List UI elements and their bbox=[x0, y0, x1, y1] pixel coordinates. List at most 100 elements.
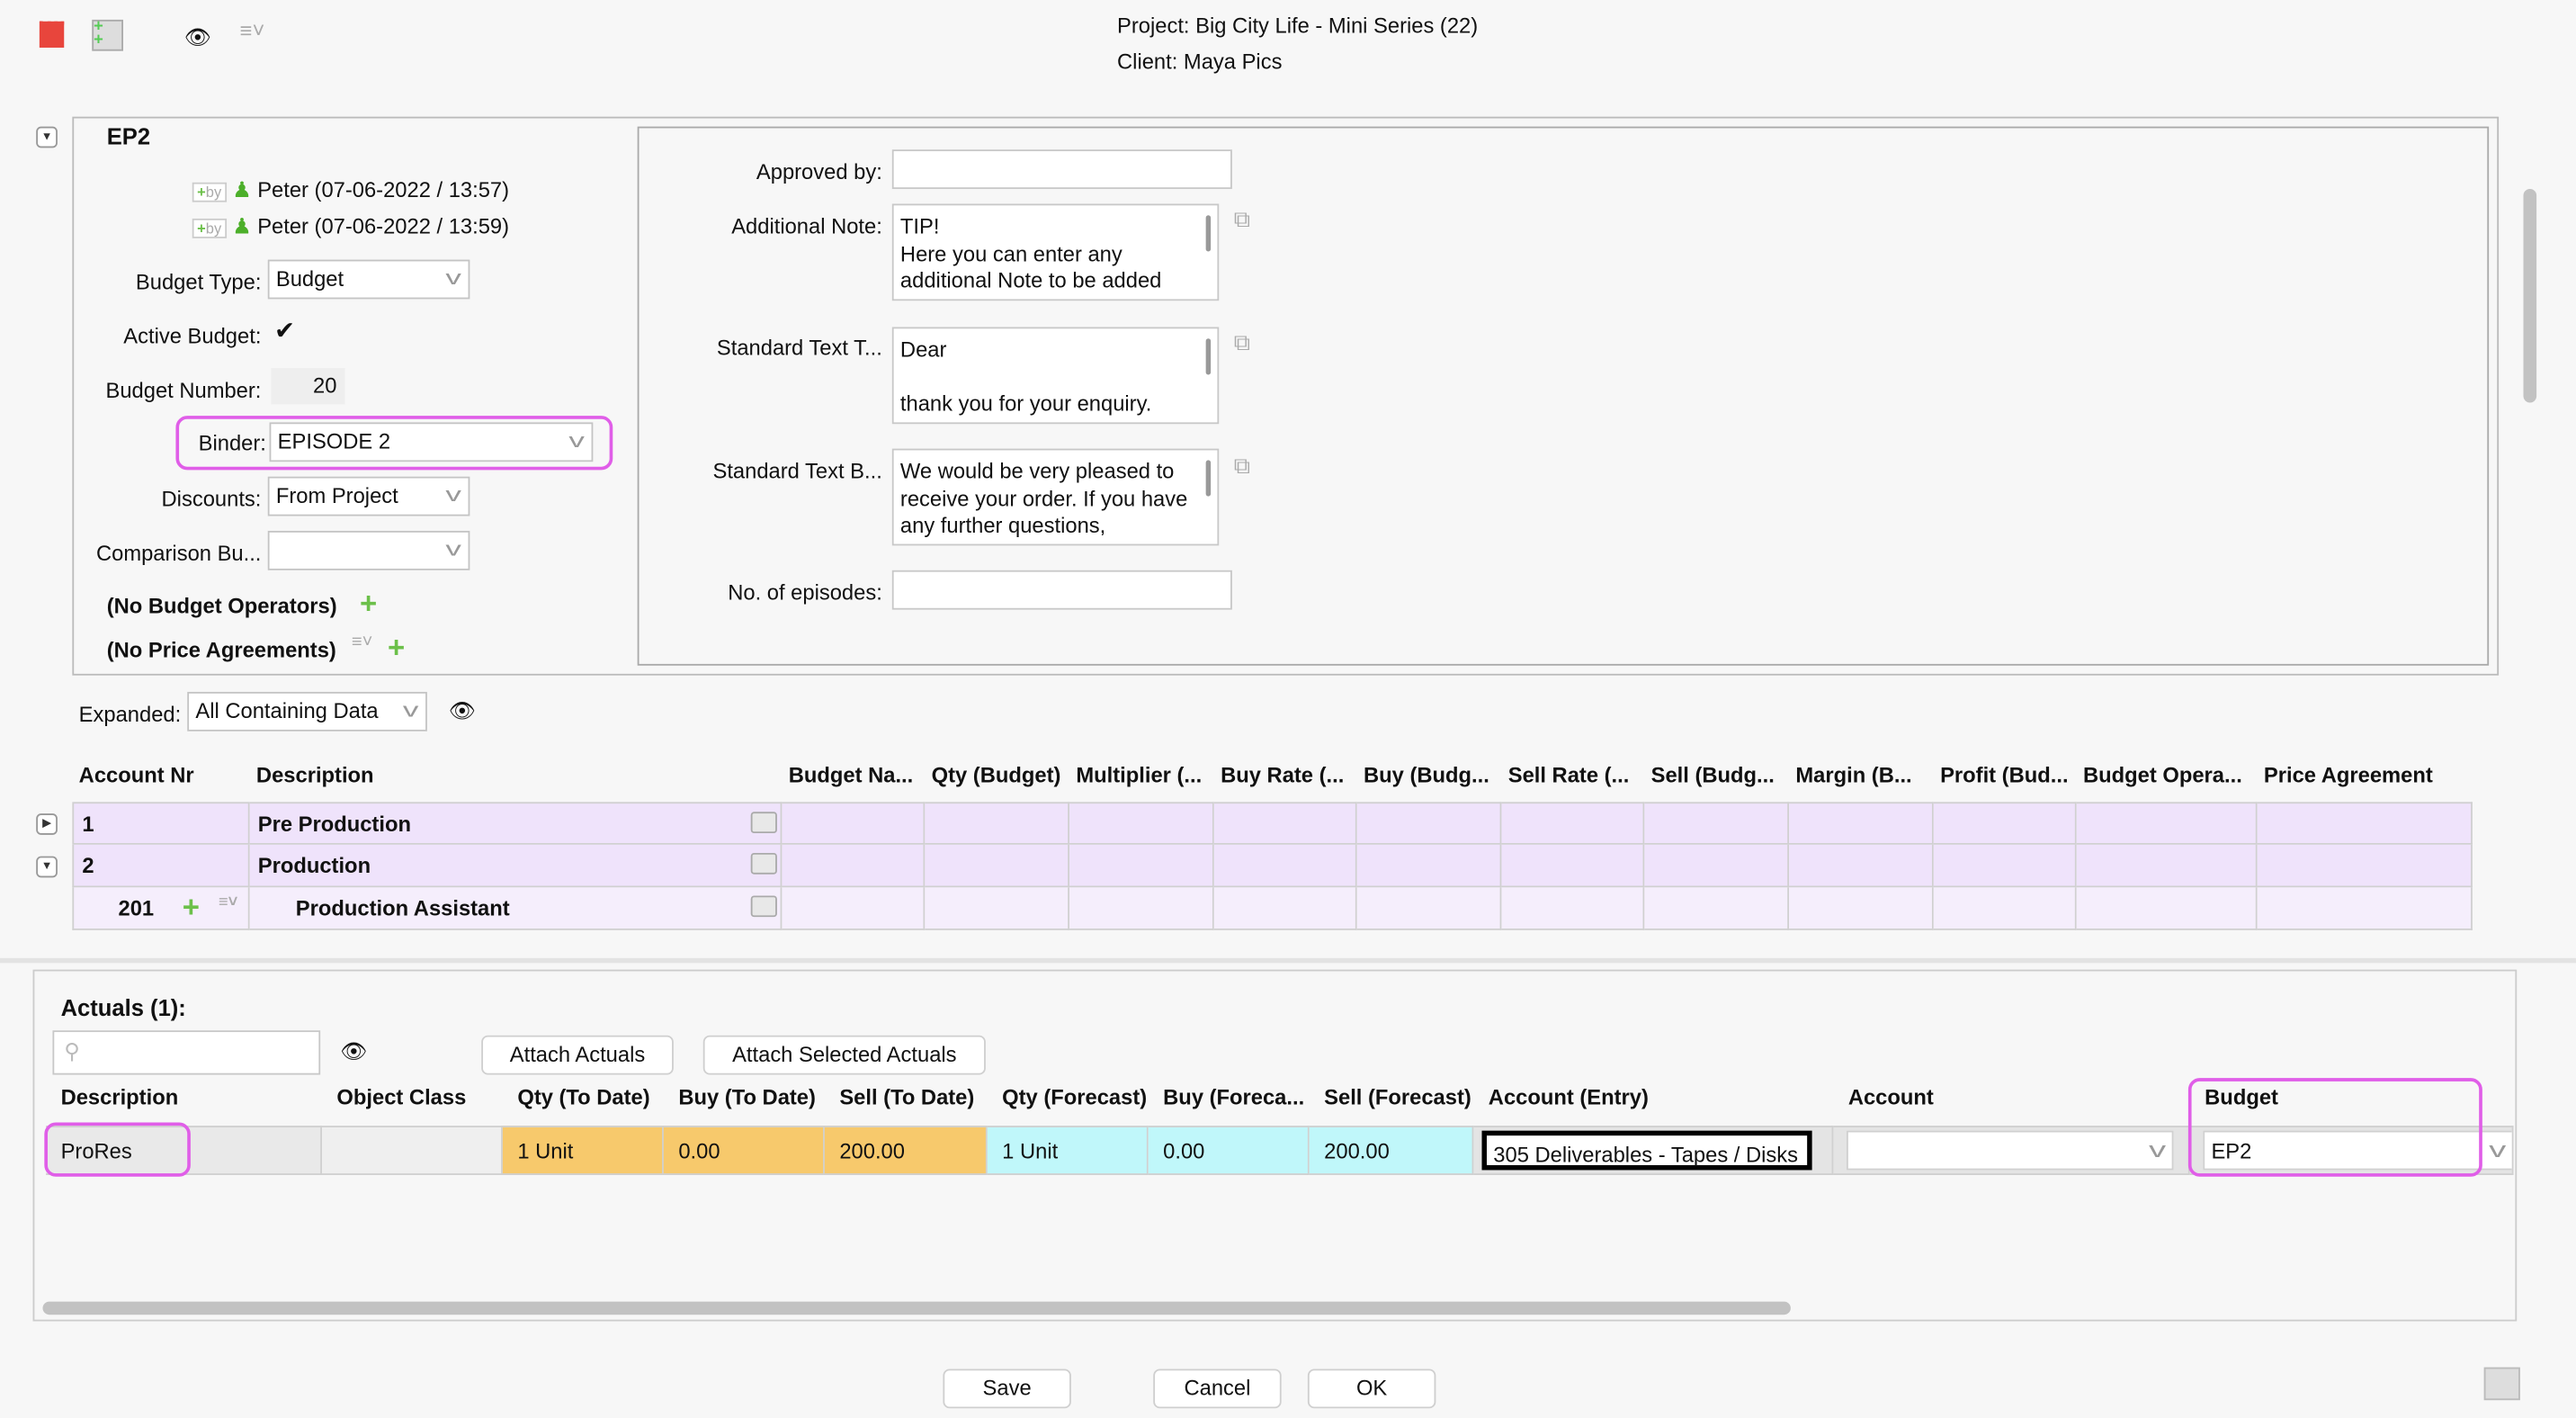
table-cell bbox=[925, 844, 1070, 888]
column-header[interactable]: Buy (Budg... bbox=[1364, 762, 1501, 786]
history-text: Peter (07-06-2022 / 13:59) bbox=[257, 213, 510, 238]
expand-row-toggle[interactable]: ▶ bbox=[36, 813, 58, 835]
episodes-field[interactable] bbox=[891, 570, 1232, 610]
column-header[interactable]: Buy (Foreca... bbox=[1163, 1084, 1314, 1108]
list-menu-icon[interactable]: ≡˅ bbox=[352, 633, 372, 652]
active-budget-checkbox[interactable]: ✔ bbox=[274, 316, 295, 346]
open-external-icon[interactable]: ⧉ bbox=[1234, 205, 1250, 233]
expanded-select[interactable]: All Containing Data v bbox=[187, 691, 427, 731]
add-agreement-icon[interactable]: + bbox=[388, 633, 405, 662]
column-header[interactable]: Qty (To Date) bbox=[517, 1084, 668, 1108]
column-header[interactable]: Sell (Budg... bbox=[1651, 762, 1789, 786]
table-cell[interactable]: Production bbox=[249, 844, 783, 888]
column-header[interactable]: Qty (Forecast) bbox=[1002, 1084, 1153, 1108]
comment-icon[interactable] bbox=[750, 895, 777, 918]
account-entry-input[interactable]: 305 Deliverables - Tapes / Disks bbox=[1481, 1130, 1812, 1171]
column-header[interactable]: Buy Rate (... bbox=[1221, 762, 1357, 786]
discounts-select[interactable]: From Project v bbox=[267, 476, 470, 516]
column-header[interactable]: Account bbox=[1848, 1084, 2195, 1108]
collapse-budget-toggle[interactable]: ▼ bbox=[36, 126, 58, 148]
column-header[interactable]: Multiplier (... bbox=[1076, 762, 1213, 786]
column-header[interactable]: Object Class bbox=[336, 1084, 507, 1108]
column-header[interactable]: Sell Rate (... bbox=[1508, 762, 1645, 786]
comment-icon[interactable] bbox=[750, 812, 777, 834]
eye-icon[interactable]: 👁 bbox=[184, 24, 211, 50]
approved-by-field[interactable] bbox=[891, 149, 1232, 190]
table-cell[interactable]: 1 bbox=[72, 802, 250, 845]
standard-text-top-field[interactable]: Dear thank you for your enquiry. bbox=[891, 327, 1220, 425]
comment-icon[interactable] bbox=[750, 852, 777, 875]
table-cell bbox=[2257, 887, 2473, 930]
table-cell bbox=[1933, 844, 2077, 888]
add-item-icon[interactable]: + bbox=[183, 893, 200, 922]
table-cell[interactable]: 0.00 bbox=[1148, 1126, 1310, 1175]
table-cell[interactable]: 200.00 bbox=[824, 1126, 988, 1175]
table-cell[interactable]: 305 Deliverables - Tapes / Disks bbox=[1473, 1126, 1834, 1175]
table-cell bbox=[1644, 844, 1790, 888]
column-header[interactable]: Budget Na... bbox=[789, 762, 926, 786]
column-header[interactable]: Margin (B... bbox=[1795, 762, 1933, 786]
table-cell[interactable]: 2 bbox=[72, 844, 250, 888]
chevron-down-icon: v bbox=[2488, 1136, 2506, 1162]
table-cell bbox=[1789, 844, 1934, 888]
table-cell bbox=[782, 802, 926, 845]
table-cell bbox=[1789, 802, 1934, 845]
table-cell[interactable]: Production Assistant bbox=[249, 887, 783, 930]
horizontal-scrollbar[interactable] bbox=[42, 1301, 1791, 1315]
budget-type-select[interactable]: Budget v bbox=[267, 259, 470, 300]
table-cell[interactable]: Pre Production bbox=[249, 802, 783, 845]
open-external-icon[interactable]: ⧉ bbox=[1234, 452, 1250, 480]
column-header[interactable]: Price Agreement bbox=[2264, 762, 2473, 786]
save-button[interactable]: Save bbox=[943, 1369, 1071, 1409]
collapse-row-toggle[interactable]: ▼ bbox=[36, 856, 58, 878]
table-cell[interactable]: 1 Unit bbox=[502, 1126, 664, 1175]
list-menu-icon[interactable]: ≡˅ bbox=[219, 894, 237, 912]
add-operator-icon[interactable]: + bbox=[360, 588, 377, 618]
column-header[interactable]: Buy (To Date) bbox=[678, 1084, 829, 1108]
account-select[interactable]: v bbox=[1846, 1130, 2174, 1171]
table-cell[interactable] bbox=[321, 1126, 503, 1175]
standard-text-bottom-field[interactable]: We would be very pleased to receive your… bbox=[891, 448, 1220, 546]
table-cell bbox=[1213, 844, 1357, 888]
table-cell bbox=[1933, 802, 2077, 845]
column-header[interactable]: Account Nr bbox=[79, 762, 250, 786]
column-header[interactable]: Budget Opera... bbox=[2083, 762, 2258, 786]
attach-actuals-button[interactable]: Attach Actuals bbox=[481, 1035, 674, 1075]
table-cell[interactable]: 201 + ≡˅ bbox=[72, 887, 250, 930]
table-cell[interactable]: 0.00 bbox=[663, 1126, 825, 1175]
budget-number-label: Budget Number: bbox=[105, 378, 262, 403]
episodes-label: No. of episodes: bbox=[728, 579, 882, 606]
history-entry: +by ♟ Peter (07-06-2022 / 13:57) bbox=[192, 177, 509, 203]
column-header[interactable]: Description bbox=[256, 762, 782, 786]
eye-icon[interactable]: 👁 bbox=[340, 1038, 367, 1064]
eye-icon[interactable]: 👁 bbox=[449, 698, 476, 724]
binder-select[interactable]: EPISODE 2v bbox=[269, 422, 594, 462]
attach-selected-actuals-button[interactable]: Attach Selected Actuals bbox=[702, 1035, 986, 1075]
column-header[interactable]: Sell (Forecast) bbox=[1324, 1084, 1479, 1108]
column-header[interactable]: Qty (Budget) bbox=[932, 762, 1069, 786]
table-cell[interactable]: 200.00 bbox=[1309, 1126, 1474, 1175]
calendar-icon[interactable] bbox=[39, 21, 65, 48]
table-cell[interactable]: 1 Unit bbox=[987, 1126, 1149, 1175]
additional-note-field[interactable]: TIP! Here you can enter any additional N… bbox=[891, 203, 1220, 301]
vertical-scrollbar[interactable] bbox=[2523, 189, 2537, 403]
column-header[interactable]: Profit (Bud... bbox=[1940, 762, 2077, 786]
column-header[interactable]: Description bbox=[61, 1084, 327, 1108]
table-cell bbox=[1213, 802, 1357, 845]
budget-number-field[interactable]: 20 bbox=[271, 368, 345, 405]
open-external-icon[interactable]: ⧉ bbox=[1234, 328, 1250, 356]
ok-button[interactable]: OK bbox=[1307, 1369, 1436, 1409]
list-menu-icon[interactable]: ≡˅ bbox=[240, 18, 265, 42]
column-header[interactable]: Account (Entry) bbox=[1489, 1084, 1838, 1108]
notes-icon[interactable] bbox=[2483, 1367, 2520, 1401]
add-tree-icon[interactable]: + + bbox=[92, 19, 123, 51]
approved-by-label: Approved by: bbox=[756, 159, 882, 184]
actuals-search-input[interactable]: ⚲ bbox=[52, 1030, 321, 1075]
table-cell[interactable]: v bbox=[1833, 1126, 2190, 1175]
table-cell bbox=[1644, 802, 1790, 845]
column-header[interactable]: Sell (To Date) bbox=[839, 1084, 992, 1108]
comparison-budget-select[interactable]: v bbox=[267, 530, 470, 570]
budget-operators-label: (No Budget Operators) bbox=[106, 593, 337, 618]
description-highlight bbox=[44, 1122, 191, 1177]
cancel-button[interactable]: Cancel bbox=[1153, 1369, 1282, 1409]
